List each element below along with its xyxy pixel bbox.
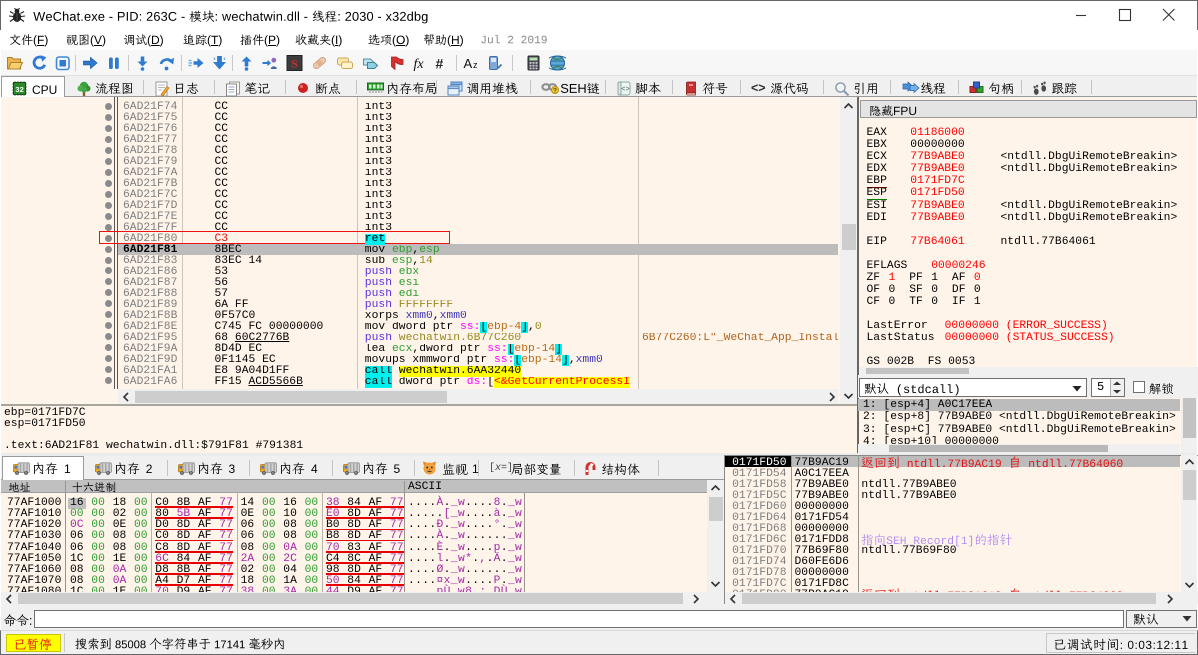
svg-text:<>: <>	[751, 81, 766, 94]
svg-text:32: 32	[15, 85, 23, 94]
svg-text:z: z	[473, 60, 478, 70]
svg-text:?: ?	[553, 87, 557, 94]
svg-text:#: #	[436, 56, 444, 72]
svg-text:A: A	[464, 56, 473, 71]
svg-text:<>: <>	[621, 86, 629, 94]
svg-text:fx: fx	[414, 57, 425, 71]
svg-text:S: S	[291, 57, 298, 71]
